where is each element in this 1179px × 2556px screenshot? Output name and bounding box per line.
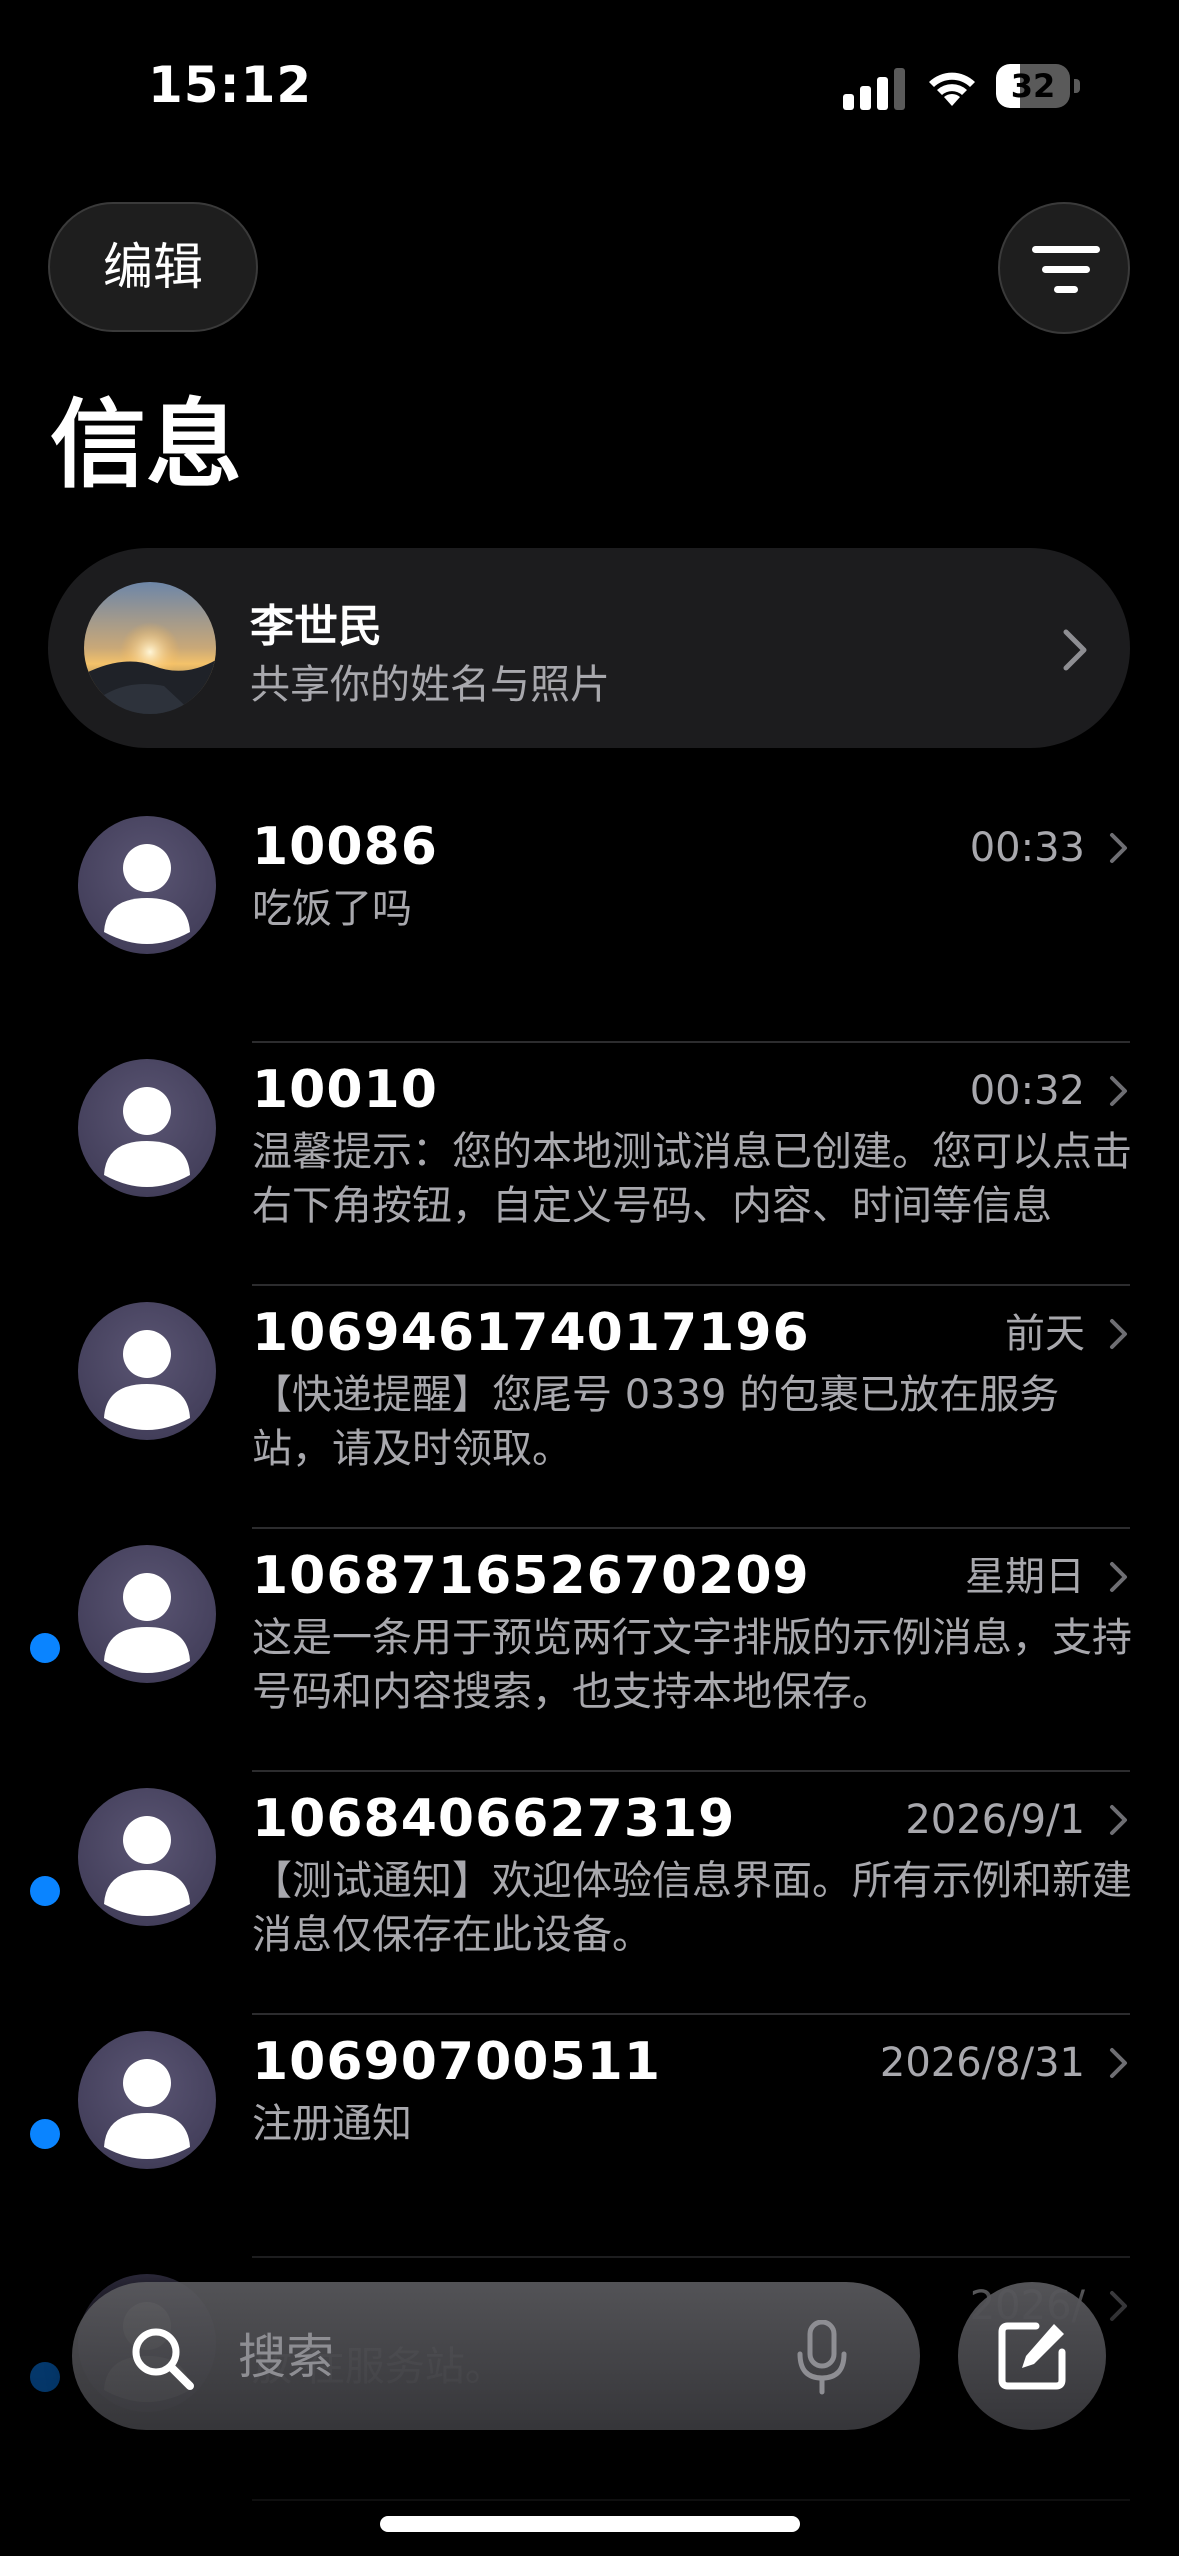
message-time: 00:33 xyxy=(969,825,1085,871)
chevron-right-icon xyxy=(1110,1076,1127,1106)
conversation-row-3[interactable]: 106871652670209 星期日 这是一条用于预览两行文字排版的示例消息，… xyxy=(0,1529,1179,1772)
message-time: 前天 xyxy=(1005,1311,1085,1357)
message-time: 2026/8/31 xyxy=(879,2040,1085,2086)
conversation-row-4[interactable]: 1068406627319 2026/9/1 【测试通知】欢迎体验信息界面。所有… xyxy=(0,1772,1179,2015)
sender-name: 10086 xyxy=(252,817,438,877)
page-title: 信息 xyxy=(50,389,242,501)
sender-name: 106946174017196 xyxy=(252,1303,810,1363)
person-avatar-icon xyxy=(78,1302,216,1440)
profile-name: 李世民 xyxy=(250,601,382,652)
edit-button[interactable]: 编辑 xyxy=(48,202,258,332)
search-input[interactable] xyxy=(236,2316,840,2398)
cellular-signal-icon xyxy=(843,68,905,110)
person-avatar-icon xyxy=(78,1059,216,1197)
chevron-right-icon xyxy=(1110,833,1127,863)
sender-name: 106871652670209 xyxy=(252,1546,810,1606)
chevron-right-icon xyxy=(1110,2048,1127,2078)
battery-icon: 32 xyxy=(996,64,1080,108)
person-avatar-icon xyxy=(78,816,216,954)
conversation-row-2[interactable]: 106946174017196 前天 【快递提醒】您尾号 0339 的包裹已放在… xyxy=(0,1286,1179,1529)
person-avatar-icon xyxy=(78,1545,216,1683)
profile-share-card[interactable]: 李世民 共享你的姓名与照片 xyxy=(48,548,1130,748)
sender-name: 1068406627319 xyxy=(252,1789,736,1849)
person-avatar-icon xyxy=(78,2031,216,2169)
unread-indicator xyxy=(30,1633,60,1663)
filter-button[interactable] xyxy=(998,202,1130,334)
home-indicator xyxy=(380,2516,800,2532)
message-time: 00:32 xyxy=(969,1068,1085,1114)
search-bar[interactable] xyxy=(72,2282,920,2430)
filter-icon xyxy=(1032,246,1100,293)
profile-subtitle: 共享你的姓名与照片 xyxy=(250,662,610,708)
search-icon xyxy=(132,2328,194,2390)
conversation-row-1[interactable]: 10010 00:32 温馨提示：您的本地测试消息已创建。您可以点击右下角按钮，… xyxy=(0,1043,1179,1286)
message-preview: 吃饭了吗 xyxy=(252,886,412,932)
wifi-icon xyxy=(929,72,975,106)
message-preview: 【快递提醒】您尾号 0339 的包裹已放在服务站，请及时领取。 xyxy=(252,1372,1060,1472)
message-preview: 【测试通知】欢迎体验信息界面。所有示例和新建消息仅保存在此设备。 xyxy=(252,1858,1132,1958)
message-time: 星期日 xyxy=(965,1554,1085,1600)
sender-name: 10690700511 xyxy=(252,2032,661,2092)
mic-icon[interactable] xyxy=(794,2320,850,2396)
unread-indicator xyxy=(30,2119,60,2149)
message-time: 2026/9/1 xyxy=(905,1797,1085,1843)
compose-button[interactable] xyxy=(958,2282,1106,2430)
message-preview: 温馨提示：您的本地测试消息已创建。您可以点击右下角按钮，自定义号码、内容、时间等… xyxy=(252,1129,1132,1229)
conversation-row-0[interactable]: 10086 00:33 吃饭了吗 xyxy=(0,800,1179,1043)
chevron-right-icon xyxy=(1110,1562,1127,1592)
chevron-right-icon xyxy=(1110,1319,1127,1349)
status-bar: 15:12 32 xyxy=(0,0,1179,160)
unread-indicator xyxy=(30,1876,60,1906)
profile-avatar xyxy=(84,582,216,714)
sender-name: 10010 xyxy=(252,1060,438,1120)
chevron-right-icon xyxy=(1110,1805,1127,1835)
person-avatar-icon xyxy=(78,1788,216,1926)
chevron-right-icon xyxy=(1063,629,1087,671)
message-preview: 这是一条用于预览两行文字排版的示例消息，支持号码和内容搜索，也支持本地保存。 xyxy=(252,1615,1132,1715)
compose-icon xyxy=(998,2322,1066,2390)
battery-percent: 32 xyxy=(1010,67,1056,105)
message-preview: 注册通知 xyxy=(252,2101,412,2147)
status-time: 15:12 xyxy=(148,56,313,114)
